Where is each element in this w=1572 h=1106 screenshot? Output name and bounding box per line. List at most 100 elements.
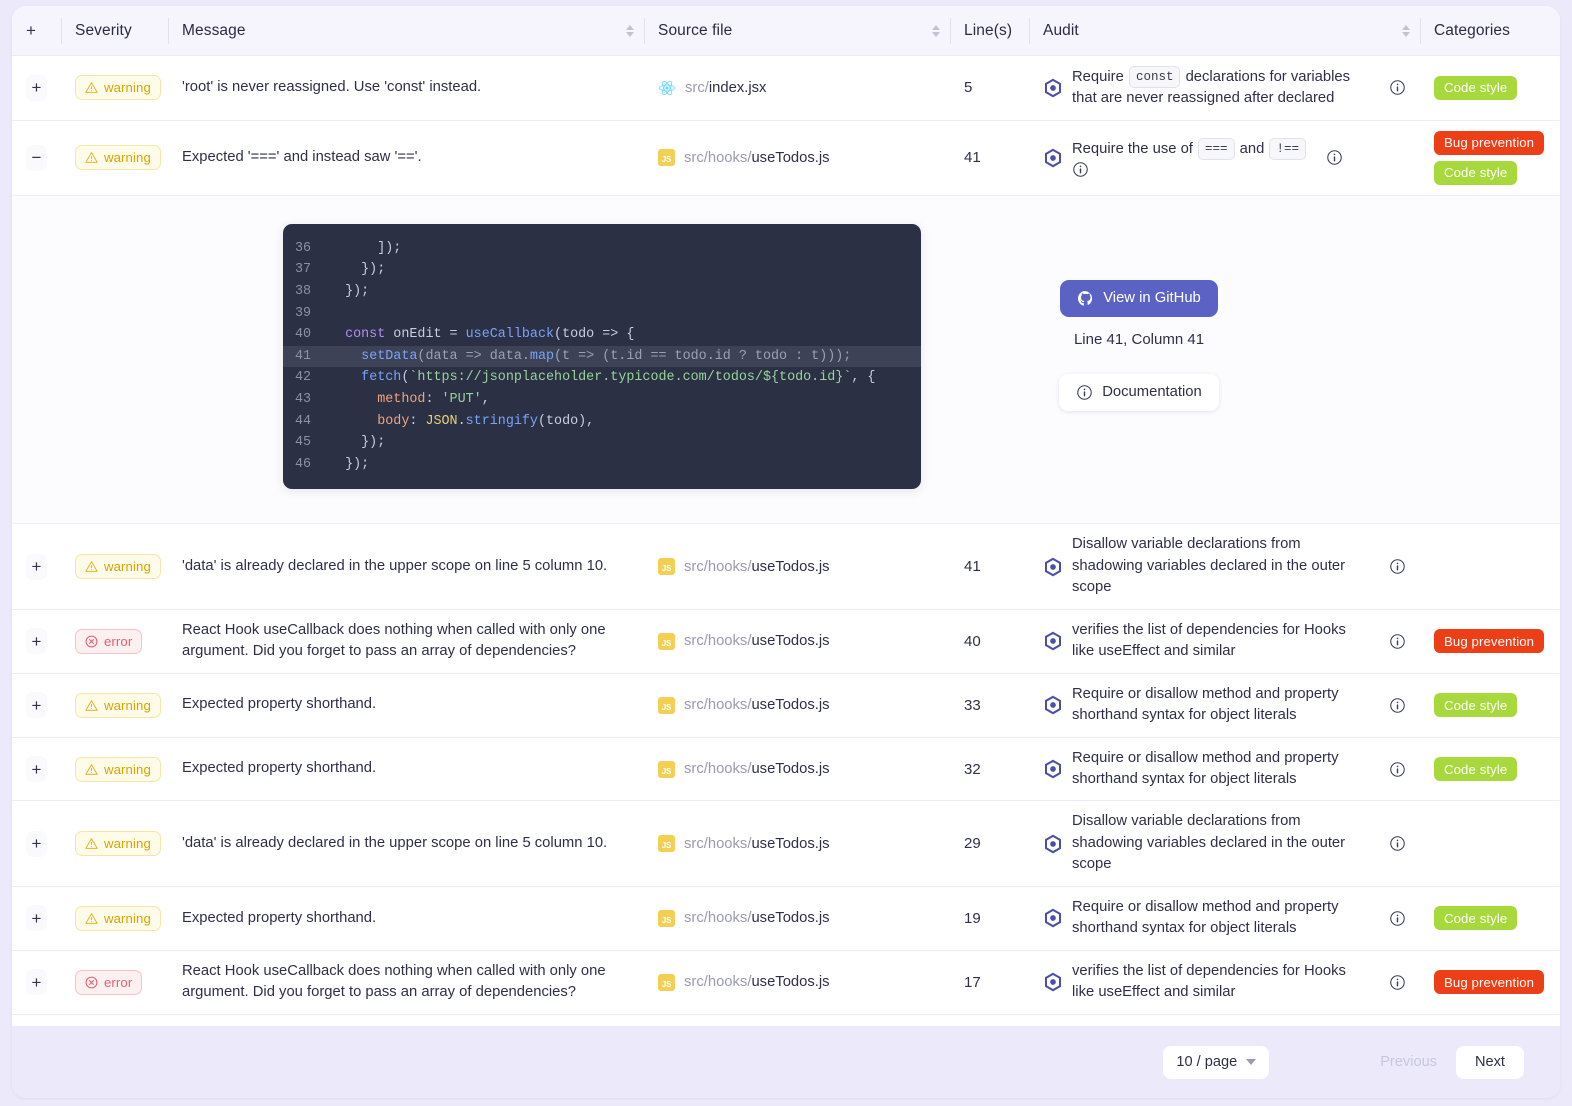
source-file[interactable]: JS src/hooks/useTodos.js bbox=[658, 149, 830, 167]
source-file[interactable]: JS src/hooks/useTodos.js bbox=[658, 909, 830, 927]
source-file[interactable]: src/index.jsx bbox=[658, 79, 766, 97]
source-file-name: useTodos.js bbox=[751, 974, 830, 991]
issue-location-label: Line 41, Column 41 bbox=[1073, 330, 1205, 348]
row-expand-toggle[interactable]: + bbox=[26, 74, 47, 101]
info-icon[interactable] bbox=[1389, 761, 1406, 778]
audit-info-button[interactable] bbox=[1379, 974, 1406, 991]
per-page-selector[interactable]: 10 / page bbox=[1163, 1045, 1270, 1079]
audit-info-button[interactable] bbox=[1379, 910, 1406, 927]
info-icon[interactable] bbox=[1326, 149, 1343, 166]
view-in-github-button[interactable]: View in GitHub bbox=[1060, 279, 1218, 317]
table-row[interactable]: +warning'data' is already declared in th… bbox=[12, 1014, 1560, 1026]
audit-info-button[interactable] bbox=[1379, 697, 1406, 714]
documentation-info-icon[interactable] bbox=[1076, 384, 1093, 401]
table-row[interactable]: +warning'data' is already declared in th… bbox=[12, 801, 1560, 887]
audit-info-button[interactable] bbox=[1379, 633, 1406, 650]
row-expand-toggle[interactable]: − bbox=[26, 144, 47, 171]
table-row[interactable]: + warning Expected property shorthand. JS sr… bbox=[12, 673, 1560, 738]
row-expand-toggle[interactable]: + bbox=[26, 756, 47, 783]
row-expand-cell: + bbox=[12, 951, 61, 1014]
sort-icon-message[interactable] bbox=[626, 24, 634, 37]
audit-info-button[interactable] bbox=[1379, 79, 1406, 96]
row-expand-toggle[interactable]: + bbox=[26, 830, 47, 857]
sort-icon-source-file[interactable] bbox=[932, 24, 940, 37]
lines-cell: 41 bbox=[950, 121, 1029, 195]
lines-cell: 32 bbox=[950, 738, 1029, 801]
code-line: 41 setData(data => data.map(t => (t.id =… bbox=[283, 345, 921, 368]
column-header-severity[interactable]: Severity bbox=[61, 16, 168, 46]
info-icon[interactable] bbox=[1389, 974, 1406, 991]
table-row[interactable]: − warning Expected '===' and instead saw '… bbox=[12, 120, 1560, 196]
row-expand-toggle[interactable]: + bbox=[26, 628, 47, 655]
row-expand-toggle[interactable]: + bbox=[26, 692, 47, 719]
audit-info-button[interactable] bbox=[1316, 149, 1343, 166]
column-header-audit[interactable]: Audit bbox=[1029, 16, 1420, 46]
table-row[interactable]: + error React Hook useCallback does nothin… bbox=[12, 950, 1560, 1015]
source-file-cell: JS src/hooks/useTodos.js bbox=[644, 738, 950, 801]
line-number: 17 bbox=[964, 973, 981, 991]
info-icon[interactable] bbox=[1389, 910, 1406, 927]
audit-rule: Disallow variable declarations from shad… bbox=[1043, 534, 1406, 598]
audit-rule: Require const declarations for variables… bbox=[1043, 66, 1406, 110]
severity-label: warning bbox=[104, 150, 151, 166]
message-cell: Expected property shorthand. bbox=[168, 887, 644, 950]
row-expand-cell: + bbox=[12, 56, 61, 120]
table-row[interactable]: + error React Hook useCallback does nothin… bbox=[12, 609, 1560, 674]
source-file[interactable]: JS src/hooks/useTodos.js bbox=[658, 973, 830, 991]
table-row[interactable]: + warning Expected property shorthand. JS sr… bbox=[12, 886, 1560, 951]
message-text: Expected property shorthand. bbox=[182, 696, 377, 713]
audit-info-button[interactable] bbox=[1379, 835, 1406, 852]
audit-info-button[interactable] bbox=[1379, 558, 1406, 575]
js-icon: JS bbox=[658, 558, 675, 576]
row-expand-toggle[interactable]: + bbox=[26, 905, 47, 932]
source-file[interactable]: JS src/hooks/useTodos.js bbox=[658, 632, 830, 650]
column-header-source-file[interactable]: Source file bbox=[644, 16, 950, 46]
audit-inline-info-icon[interactable] bbox=[1072, 161, 1089, 178]
severity-cell: warning bbox=[61, 887, 168, 950]
audit-cell: Require or disallow method and property … bbox=[1029, 887, 1420, 950]
code-line: 46 }); bbox=[283, 454, 921, 476]
github-icon bbox=[1078, 290, 1093, 306]
previous-page-button[interactable]: Previous bbox=[1361, 1046, 1456, 1079]
source-file[interactable]: JS src/hooks/useTodos.js bbox=[658, 835, 830, 853]
code-line-number: 38 bbox=[295, 284, 312, 300]
source-file-path: src/hooks/useTodos.js bbox=[684, 910, 830, 927]
next-page-button[interactable]: Next bbox=[1455, 1045, 1524, 1079]
warning-triangle-icon bbox=[85, 561, 98, 572]
severity-cell: warning bbox=[61, 524, 168, 608]
documentation-button[interactable]: Documentation bbox=[1059, 373, 1219, 411]
sort-icon-audit[interactable] bbox=[1402, 24, 1410, 37]
code-line-text: }); bbox=[329, 262, 386, 278]
row-expand-toggle[interactable]: + bbox=[26, 969, 47, 996]
source-file[interactable]: JS src/hooks/useTodos.js bbox=[658, 760, 830, 778]
status-badge: warning bbox=[75, 692, 161, 718]
info-icon[interactable] bbox=[1389, 835, 1406, 852]
source-file[interactable]: JS src/hooks/useTodos.js bbox=[658, 696, 830, 714]
audit-info-button[interactable] bbox=[1379, 761, 1406, 778]
code-line: 42 fetch(`https://jsonplaceholder.typico… bbox=[283, 367, 921, 389]
info-icon[interactable] bbox=[1389, 79, 1406, 96]
message-cell: Expected property shorthand. bbox=[168, 674, 644, 737]
source-file-path: src/hooks/useTodos.js bbox=[684, 633, 830, 650]
expand-all-icon[interactable]: + bbox=[26, 21, 36, 41]
code-line: 44 body: JSON.stringify(todo), bbox=[283, 411, 921, 433]
column-header-message[interactable]: Message bbox=[168, 16, 644, 46]
line-number: 19 bbox=[964, 909, 981, 927]
info-icon[interactable] bbox=[1389, 697, 1406, 714]
row-expand-cell: + bbox=[12, 738, 61, 801]
category-badge: Code style bbox=[1434, 693, 1518, 718]
row-expand-toggle[interactable]: + bbox=[26, 553, 47, 580]
message-text: 'data' is already declared in the upper … bbox=[182, 557, 608, 574]
source-file-name: useTodos.js bbox=[751, 761, 830, 778]
table-row[interactable]: + warning Expected property shorthand. JS sr… bbox=[12, 737, 1560, 802]
categories-cell: Code style bbox=[1420, 674, 1560, 737]
info-icon[interactable] bbox=[1389, 633, 1406, 650]
column-header-lines[interactable]: Line(s) bbox=[950, 16, 1029, 46]
audit-rule-text: verifies the list of dependencies for Ho… bbox=[1072, 621, 1346, 660]
table-row[interactable]: + warning 'data' is already declared in th… bbox=[12, 524, 1560, 610]
source-file[interactable]: JS src/hooks/useTodos.js bbox=[658, 558, 830, 576]
table-row[interactable]: + warning 'root' is never reassigned. Use … bbox=[12, 56, 1560, 121]
info-icon[interactable] bbox=[1389, 558, 1406, 575]
audit-rule: verifies the list of dependencies for Ho… bbox=[1043, 620, 1406, 663]
audit-rule-text: Require or disallow method and property … bbox=[1072, 898, 1339, 937]
